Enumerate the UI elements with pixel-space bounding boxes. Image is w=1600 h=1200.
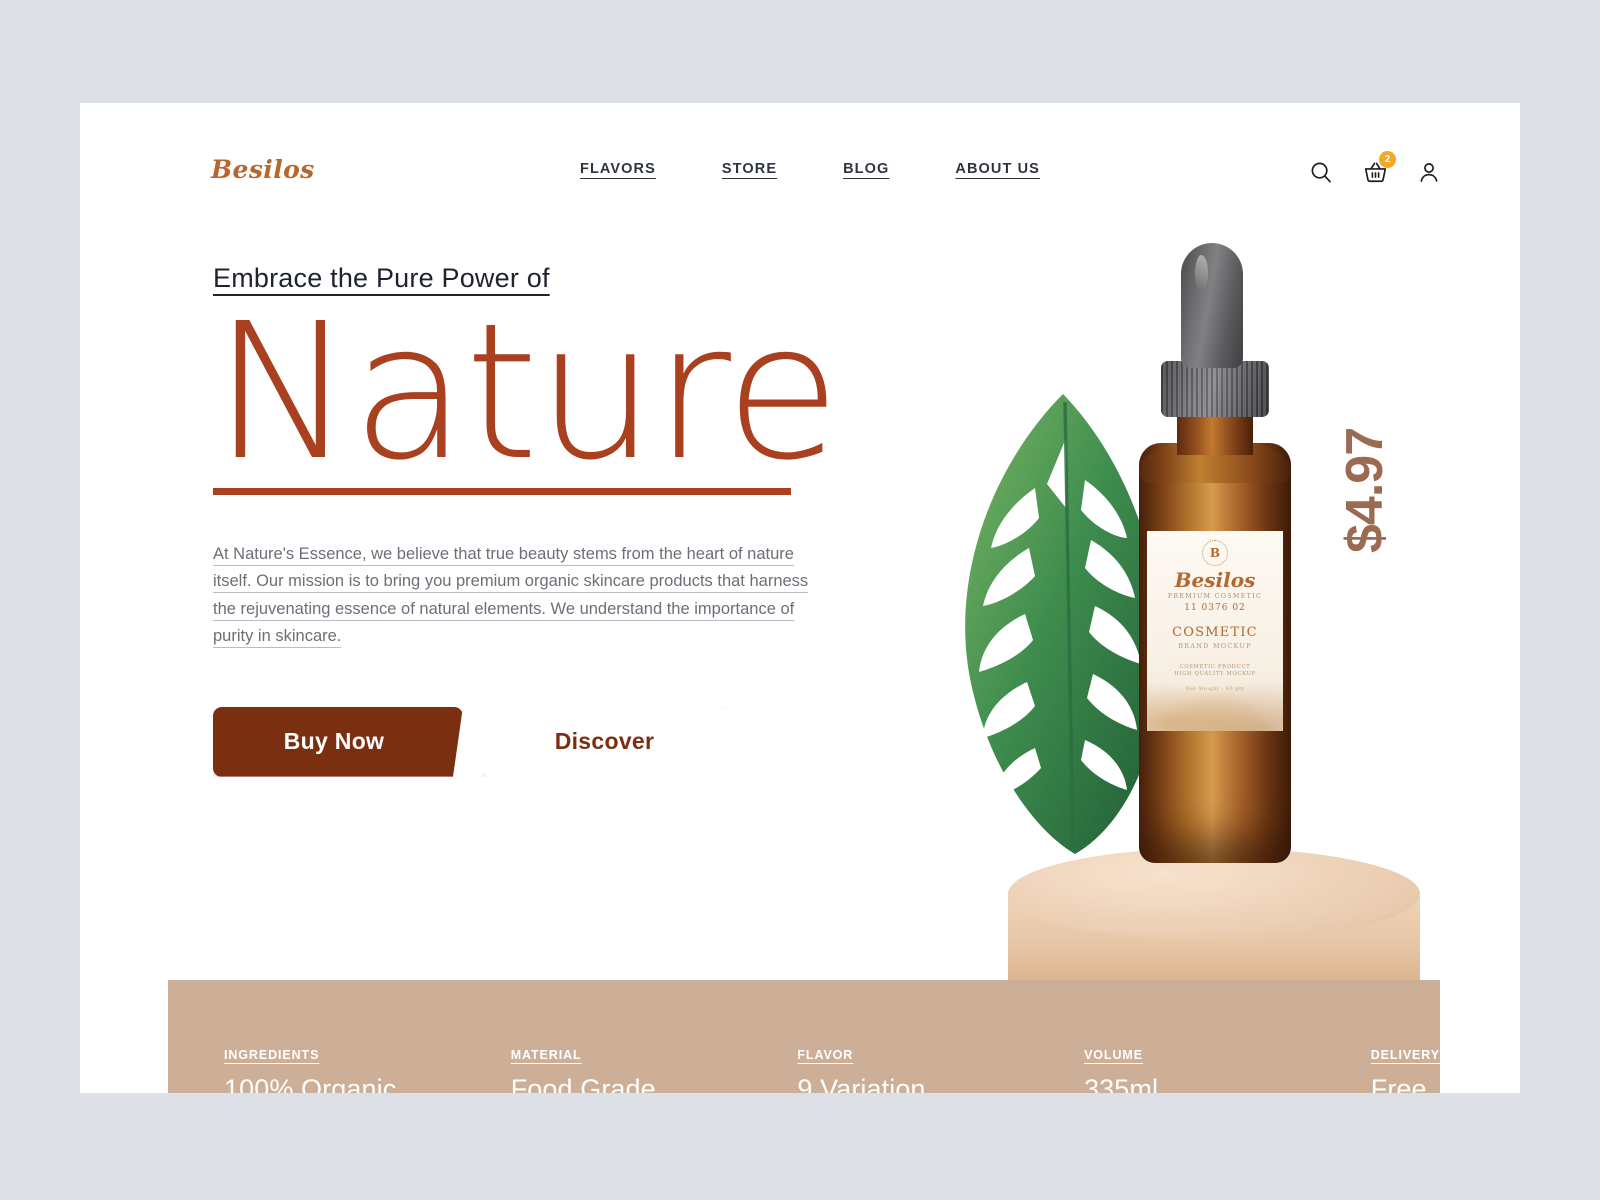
spec-delivery: DELIVERY Free (1371, 1046, 1440, 1093)
main-navigation: FLAVORS STORE BLOG ABOUT US (580, 161, 1040, 177)
brand-logo[interactable]: Besilos (211, 155, 315, 184)
spec-label: DELIVERY (1370, 1048, 1440, 1062)
header-actions: 2 (1308, 151, 1442, 185)
dropper-collar (1161, 361, 1269, 417)
spec-value: 100% Organic (224, 1074, 397, 1093)
label-swirl-graphic (1147, 671, 1283, 731)
label-premium-text: PREMIUM COSMETIC (1167, 593, 1263, 600)
product-specs-bar: INGREDIENTS 100% Organic MATERIAL Food G… (168, 980, 1440, 1093)
spec-value: 9 Variation (797, 1074, 926, 1093)
spec-material: MATERIAL Food Grade (511, 1046, 798, 1093)
hero-cta-row: Buy Now Discover (213, 706, 833, 777)
discover-button[interactable]: Discover (482, 706, 727, 777)
spec-value: Food Grade (510, 1074, 656, 1093)
product-visual: B Besilos PREMIUM COSMETIC 11 0376 02 CO… (880, 223, 1520, 1048)
spec-label: VOLUME (1084, 1048, 1143, 1062)
label-product-code: 11 0376 02 (1184, 603, 1246, 613)
nav-item-store[interactable]: STORE (722, 161, 777, 177)
shopping-basket-icon[interactable]: 2 (1362, 151, 1396, 185)
label-fine-line-1: COSMETIC PRODUCT (1179, 664, 1251, 670)
bottle-neck (1177, 413, 1253, 455)
nav-item-blog[interactable]: BLOG (843, 161, 889, 177)
user-account-icon[interactable] (1416, 159, 1442, 185)
spec-ingredients: INGREDIENTS 100% Organic (224, 1046, 511, 1093)
label-subtitle: BRAND MOCKUP (1178, 642, 1252, 650)
spec-flavor: FLAVOR 9 Variation (797, 1046, 1084, 1093)
spec-label: INGREDIENTS (224, 1048, 320, 1062)
bottle-label: B Besilos PREMIUM COSMETIC 11 0376 02 CO… (1147, 531, 1283, 731)
spec-value: 335ml (1084, 1074, 1159, 1093)
search-icon[interactable] (1308, 159, 1334, 185)
label-net-weight: Net Weight : 40 gm (1185, 686, 1245, 692)
dropper-bottle: B Besilos PREMIUM COSMETIC 11 0376 02 CO… (1125, 243, 1305, 883)
site-header: Besilos FLAVORS STORE BLOG ABOUT US 2 (80, 103, 1520, 233)
product-price: $4.97 (1336, 427, 1394, 553)
hero-headline: Nature (213, 283, 841, 502)
nav-item-about-us[interactable]: ABOUT US (955, 161, 1040, 177)
buy-now-button[interactable]: Buy Now (213, 706, 463, 777)
spec-volume: VOLUME 335ml (1084, 1046, 1371, 1093)
spec-value: Free (1370, 1074, 1427, 1093)
label-fine-line-2: HIGH QUALITY MOCKUP (1174, 671, 1256, 677)
hero-paragraph: At Nature's Essence, we believe that tru… (213, 544, 809, 646)
nav-item-flavors[interactable]: FLAVORS (580, 161, 656, 177)
spec-label: FLAVOR (797, 1048, 854, 1062)
label-seal-monogram: B (1202, 540, 1228, 566)
label-title: COSMETIC (1172, 625, 1258, 640)
site-canvas: Besilos FLAVORS STORE BLOG ABOUT US 2 Em… (80, 103, 1520, 1093)
dropper-bulb (1181, 243, 1243, 368)
hero-copy: Embrace the Pure Power of Nature At Natu… (213, 263, 841, 777)
page-root: Besilos FLAVORS STORE BLOG ABOUT US 2 Em… (0, 0, 1600, 1200)
label-brand-name: Besilos (1174, 568, 1256, 592)
spec-label: MATERIAL (510, 1048, 582, 1062)
